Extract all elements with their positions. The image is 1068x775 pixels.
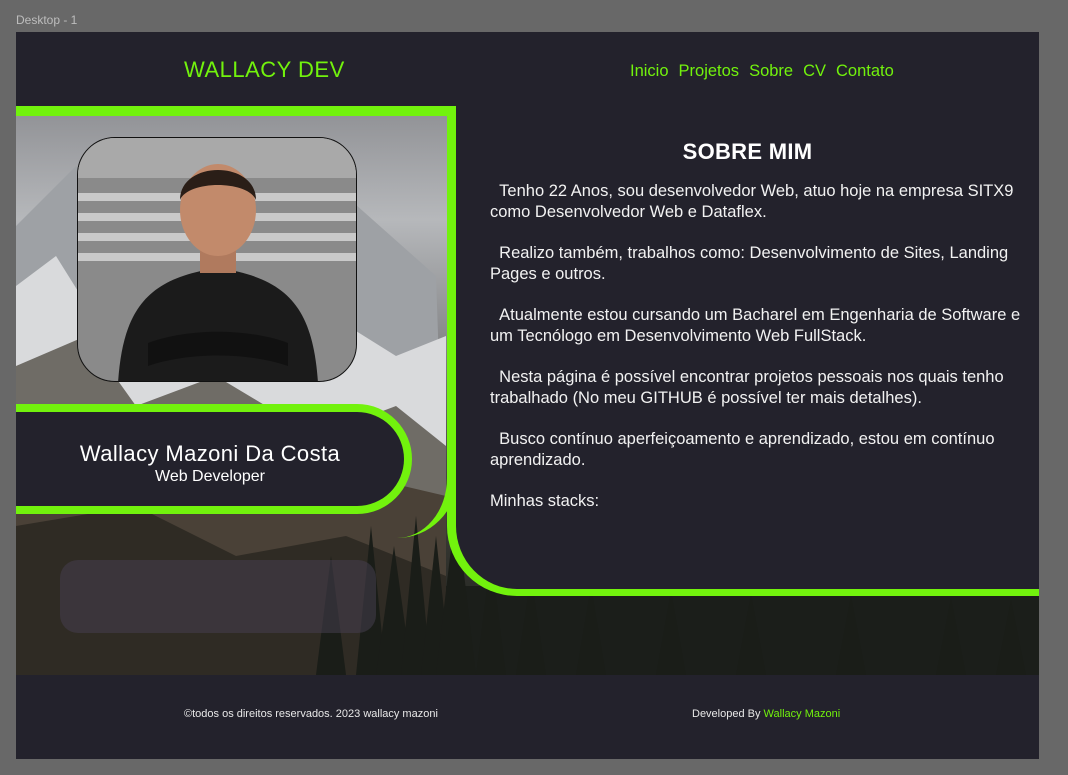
about-paragraph: Tenho 22 Anos, sou desenvolvedor Web, at… bbox=[490, 182, 1014, 221]
developer-link[interactable]: Wallacy Mazoni bbox=[764, 708, 841, 720]
site-footer: ©todos os direitos reservados. 2023 wall… bbox=[16, 675, 1039, 759]
profile-role: Web Developer bbox=[155, 468, 265, 485]
about-title: SOBRE MIM bbox=[682, 139, 813, 164]
nav-item-projetos[interactable]: Projetos bbox=[679, 62, 740, 81]
profile-name-card: Wallacy Mazoni Da Costa Web Developer bbox=[16, 404, 412, 514]
stacks-label: Minhas stacks: bbox=[490, 492, 600, 510]
profile-photo bbox=[77, 137, 357, 382]
main-nav: Inicio Projetos Sobre CV Contato bbox=[630, 62, 894, 81]
about-paragraph: Realizo também, trabalhos como: Desenvol… bbox=[490, 244, 1009, 283]
site-header: WALLACY DEV Inicio Projetos Sobre CV Con… bbox=[16, 32, 1039, 106]
developed-by-label: Developed By bbox=[692, 708, 764, 720]
about-section: SOBRE MIM Tenho 22 Anos, sou desenvolved… bbox=[447, 106, 1039, 596]
page-frame: Wallacy Mazoni Da Costa Web Developer SO… bbox=[16, 32, 1039, 759]
canvas-frame-label: Desktop - 1 bbox=[16, 13, 78, 27]
developed-by: Developed By Wallacy Mazoni bbox=[692, 708, 840, 720]
about-paragraph: Atualmente estou cursando um Bacharel em… bbox=[490, 306, 1021, 345]
nav-item-contato[interactable]: Contato bbox=[836, 62, 894, 81]
nav-item-sobre[interactable]: Sobre bbox=[749, 62, 793, 81]
nav-item-inicio[interactable]: Inicio bbox=[630, 62, 669, 81]
copyright-text: ©todos os direitos reservados. 2023 wall… bbox=[184, 708, 438, 720]
about-paragraph: Busco contínuo aperfeiçoamento e aprendi… bbox=[490, 430, 995, 469]
site-logo[interactable]: WALLACY DEV bbox=[184, 57, 345, 83]
nav-item-cv[interactable]: CV bbox=[803, 62, 826, 81]
about-paragraph: Nesta página é possível encontrar projet… bbox=[490, 368, 1004, 407]
translucent-placeholder-box bbox=[60, 560, 376, 633]
about-text: Tenho 22 Anos, sou desenvolvedor Web, at… bbox=[490, 181, 1038, 532]
profile-name: Wallacy Mazoni Da Costa bbox=[79, 441, 341, 466]
